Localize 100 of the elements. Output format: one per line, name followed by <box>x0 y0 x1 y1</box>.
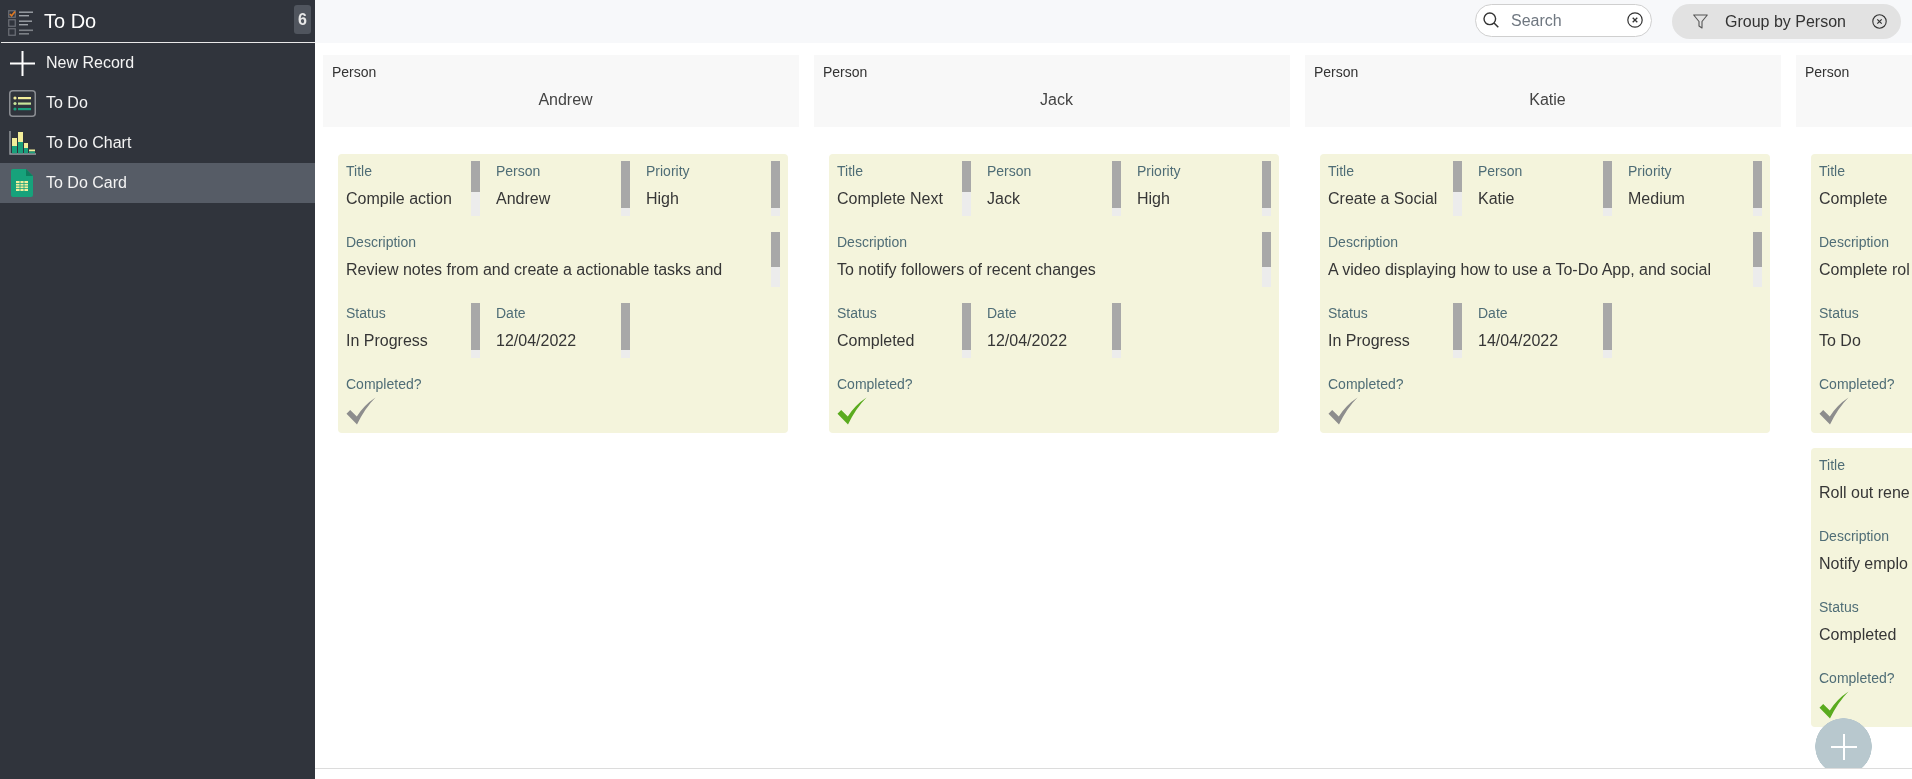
field-label: Description <box>1819 527 1890 546</box>
field-value: Katie <box>1478 189 1515 209</box>
field-label: Status <box>1819 304 1859 323</box>
field-label: Person <box>496 162 541 181</box>
scrollbar[interactable] <box>1753 161 1762 216</box>
field-label: Description <box>1819 233 1890 252</box>
search-icon <box>1483 12 1499 28</box>
add-button[interactable] <box>1815 718 1872 768</box>
group-label: Person <box>1314 63 1359 82</box>
checkmark-icon[interactable] <box>346 397 376 425</box>
filter-icon <box>1693 14 1708 29</box>
field-value: Complete <box>1819 189 1888 209</box>
sidebar-item[interactable]: To Do Card <box>0 163 315 203</box>
field-label: Completed? <box>837 375 913 394</box>
field-value: 14/04/2022 <box>1478 331 1559 351</box>
group-filter-chip[interactable]: Group by Person <box>1672 4 1901 39</box>
bar-chart-icon <box>8 131 36 155</box>
group-label: Person <box>1805 63 1850 82</box>
scrollbar[interactable] <box>1753 232 1762 287</box>
checkmark-icon[interactable] <box>1819 397 1849 425</box>
field-value: Roll out rene <box>1819 483 1910 503</box>
field-value: High <box>646 189 679 209</box>
search-field[interactable]: Search <box>1475 4 1652 37</box>
scrollbar[interactable] <box>471 303 480 358</box>
scrollbar[interactable] <box>1112 303 1121 358</box>
scrollbar[interactable] <box>1262 161 1271 216</box>
field-label: Date <box>1478 304 1508 323</box>
record-card[interactable]: Title Compile action Person Andrew Priority High Description Review notes from and create a actionable tasks and Status In Progress Date 12/04/2022 Completed? <box>338 154 788 433</box>
field-label: Date <box>496 304 526 323</box>
field-value: Completed <box>837 331 915 351</box>
field-value: To notify followers of recent changes <box>837 260 1096 280</box>
field-label: Status <box>346 304 386 323</box>
plus-icon <box>9 50 35 76</box>
field-label: Status <box>1819 598 1859 617</box>
sidebar-item[interactable]: To Do Chart <box>0 123 315 163</box>
sidebar-item[interactable]: New Record <box>0 43 315 83</box>
field-value: 12/04/2022 <box>496 331 577 351</box>
scrollbar[interactable] <box>771 232 780 287</box>
field-value: To Do <box>1819 331 1861 351</box>
record-card[interactable]: Title Roll out rene Description Notify emplo Status Completed Completed? <box>1811 448 1912 727</box>
spreadsheet-icon <box>11 169 33 197</box>
field-label: Priority <box>646 162 690 181</box>
group-label: Person <box>823 63 868 82</box>
scrollbar[interactable] <box>1603 161 1612 216</box>
field-value: In Progress <box>346 331 428 351</box>
field-value: 12/04/2022 <box>987 331 1068 351</box>
field-label: Priority <box>1628 162 1672 181</box>
group-name: Andrew <box>538 90 593 110</box>
scrollbar[interactable] <box>1453 161 1462 216</box>
field-value: Create a Social <box>1328 189 1438 209</box>
app-title: To Do <box>44 9 97 33</box>
field-value: Jack <box>987 189 1020 209</box>
field-value: Complete Next <box>837 189 943 209</box>
checkmark-icon[interactable] <box>837 397 867 425</box>
field-label: Title <box>1819 456 1845 475</box>
field-value: High <box>1137 189 1170 209</box>
field-label: Priority <box>1137 162 1181 181</box>
record-count-badge: 6 <box>294 5 311 34</box>
scrollbar[interactable] <box>621 161 630 216</box>
field-label: Completed? <box>1328 375 1404 394</box>
field-label: Completed? <box>346 375 422 394</box>
field-value: A video displaying how to use a To-Do App, and social <box>1328 260 1712 280</box>
field-value: Review notes from and create a actionable tasks and <box>346 260 723 280</box>
field-label: Description <box>1328 233 1399 252</box>
clear-icon[interactable] <box>1627 12 1643 28</box>
clear-icon[interactable] <box>1872 14 1887 29</box>
field-label: Description <box>346 233 417 252</box>
scrollbar[interactable] <box>1453 303 1462 358</box>
checkmark-icon[interactable] <box>1328 397 1358 425</box>
field-label: Status <box>837 304 877 323</box>
group-name: Jack <box>1040 90 1073 110</box>
field-label: Completed? <box>1819 375 1895 394</box>
field-value: Notify emplo <box>1819 554 1908 574</box>
group-name: Katie <box>1529 90 1566 110</box>
list-icon <box>8 89 36 117</box>
scrollbar[interactable] <box>621 303 630 358</box>
sidebar-item[interactable]: To Do <box>0 83 315 123</box>
field-label: Date <box>987 304 1017 323</box>
record-card[interactable]: Title Complete Description Complete rol Status To Do Completed? <box>1811 154 1912 433</box>
scrollbar[interactable] <box>1603 303 1612 358</box>
field-label: Person <box>987 162 1032 181</box>
plus-icon <box>1830 733 1857 760</box>
scrollbar[interactable] <box>1262 232 1271 287</box>
scrollbar[interactable] <box>471 161 480 216</box>
field-label: Title <box>1819 162 1845 181</box>
field-value: In Progress <box>1328 331 1410 351</box>
field-label: Person <box>1478 162 1523 181</box>
group-label: Person <box>332 63 377 82</box>
scrollbar[interactable] <box>962 161 971 216</box>
field-label: Title <box>346 162 372 181</box>
record-card[interactable]: Title Create a Social Person Katie Priority Medium Description A video displaying how to use a To-Do App, and social Status In Progress Date 14/04/2022 Completed? <box>1320 154 1770 433</box>
scrollbar[interactable] <box>1112 161 1121 216</box>
field-value: Andrew <box>496 189 551 209</box>
field-value: Completed <box>1819 625 1897 645</box>
field-value: Compile action <box>346 189 452 209</box>
field-label: Title <box>837 162 863 181</box>
record-card[interactable]: Title Complete Next Person Jack Priority High Description To notify followers of recent changes Status Completed Date 12/04/2022 Completed? <box>829 154 1279 433</box>
scrollbar[interactable] <box>962 303 971 358</box>
scrollbar[interactable] <box>771 161 780 216</box>
checkmark-icon[interactable] <box>1819 691 1849 719</box>
